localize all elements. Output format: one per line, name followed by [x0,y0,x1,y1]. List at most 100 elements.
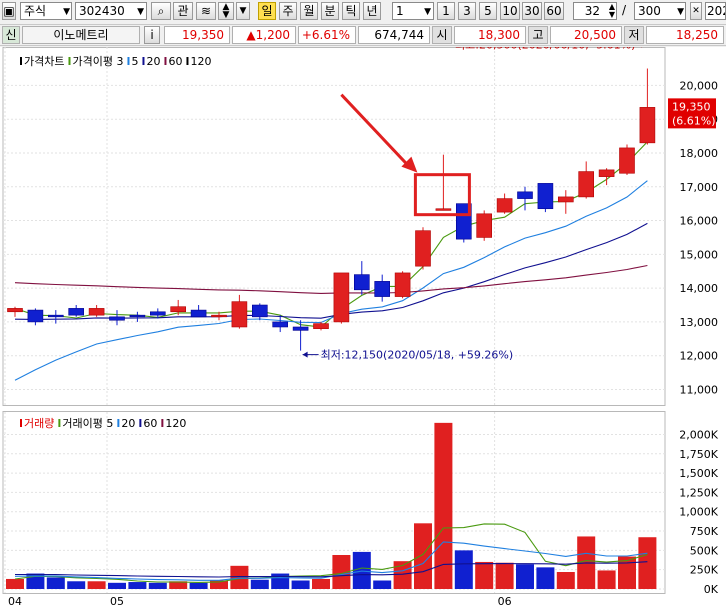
volume-bar [597,570,616,589]
stack-icon[interactable]: ≋ [196,2,216,20]
volume-bar [108,582,126,589]
candle-body [129,314,146,318]
candle-body [88,308,105,316]
volume-tick-label: 0K [704,583,719,596]
candle-body [292,326,309,331]
volume-bar [189,582,208,589]
market-select[interactable]: 주식 ▼ [20,2,72,20]
candle-body [68,308,84,316]
volume-bar [516,564,534,589]
stock-chart[interactable]: 20,00019,00018,00017,00016,00015,00014,0… [0,47,726,609]
gwan-button[interactable]: 관 [173,2,193,20]
updown-icon[interactable]: ▲ ▼ [218,2,234,20]
legend-label: 가격이평 3 [72,55,123,68]
volume-bar [638,537,657,589]
price-tick-label: 13,000 [680,316,719,329]
open-label: 시 [432,26,452,44]
interval-10[interactable]: 10 [500,2,520,20]
high-label: 고 [528,26,548,44]
interval-60[interactable]: 60 [544,2,564,20]
spinner-icon[interactable]: ▲ ▼ [609,3,615,19]
candle-body [598,169,615,177]
candle-body [578,171,595,198]
toolbar: ▣ 주식 ▼ 302430 ▼ ⌕ 관 ≋ ▲ ▼ ▼ 일 주 월 분 틱 년 1 ▼ … [0,0,726,25]
candle-body [435,208,452,211]
chevron-down-icon: ▼ [424,7,431,17]
volume-bar [46,577,65,589]
tab-tick[interactable]: 틱 [342,2,360,20]
legend-marker [68,57,71,65]
tab-minute[interactable]: 분 [321,2,339,20]
legend-item: 거래이평 5 [58,417,113,430]
interval-1[interactable]: 1 [437,2,455,20]
candle [537,183,554,213]
legend-marker [58,419,61,427]
close-icon[interactable]: ✕ [690,2,702,20]
slash-separator: / [622,3,627,17]
price-tick-label: 11,000 [680,383,719,396]
legend-label: 가격차트 [24,55,64,68]
stock-code-value: 302430 [79,4,125,18]
dropdown-icon[interactable]: ▼ [236,2,250,20]
volume-bar [556,572,575,589]
tab-year[interactable]: 년 [363,2,381,20]
price-tick-label: 12,000 [680,350,719,363]
candle-body [639,107,656,144]
candle-body [231,301,248,328]
candle-body [619,147,635,174]
candle-body [353,274,370,291]
search-icon[interactable]: ⌕ [151,2,171,20]
interval-select[interactable]: 1 ▼ [392,2,434,20]
legend-marker [142,57,145,65]
high-annotation: 최고:20,500(2020/06/10, -5.61%) [455,47,643,52]
price-tick-label: 18,000 [680,147,719,160]
legend-label: 20 [121,417,135,430]
high-annotation-text: 최고:20,500(2020/06/10, -5.61%) [455,47,635,52]
candle-body [47,314,64,318]
interval-30[interactable]: 30 [522,2,542,20]
legend-marker [117,419,120,427]
low-label: 저 [624,26,644,44]
volume-tick-label: 2,000K [679,428,718,441]
candle [619,144,635,175]
volume-bar [250,579,269,589]
tab-day[interactable]: 일 [258,2,276,20]
volume-tick-label: 1,250K [679,486,718,499]
volume-bar [373,580,392,589]
new-badge: 신 [2,26,20,44]
date-input[interactable]: 2020 [705,2,726,20]
candle-body [272,321,289,328]
interval-5[interactable]: 5 [479,2,497,20]
candle-body [537,183,554,210]
legend-label: 거래이평 5 [62,417,113,430]
count-value: 32 [584,4,600,18]
total-input[interactable]: 300 ▼ [634,2,686,20]
volume-bar [230,565,249,589]
count-input[interactable]: 32 ▲ ▼ [573,2,617,20]
legend-marker [164,57,167,65]
price-tick-label: 16,000 [680,215,719,228]
candle-body [211,314,227,318]
volume-value: 674,744 [358,26,430,44]
candle [476,210,493,241]
current-price-label: 19,350 [672,100,711,113]
interval-3[interactable]: 3 [458,2,476,20]
candle-body [333,272,350,323]
tab-week[interactable]: 주 [279,2,297,20]
info-icon[interactable]: i [144,26,160,44]
info-bar: 신 이노메트리 i 19,350 ▲1,200 +6.61% 674,744 시… [0,25,726,46]
legend-marker [186,57,189,65]
menu-checkbox-icon[interactable]: ▣ [2,2,16,20]
open-value: 18,300 [454,26,526,44]
legend-marker [161,419,164,427]
volume-bar [536,567,555,589]
volume-tick-label: 1,500K [679,467,718,480]
candle-body [517,191,533,199]
low-value: 18,250 [646,26,724,44]
tab-month[interactable]: 월 [300,2,318,20]
candle-body [27,309,44,323]
legend-label: 거래량 [24,417,54,430]
volume-bar [87,581,106,589]
interval-value: 1 [396,4,404,18]
stock-code-input[interactable]: 302430 ▼ [75,2,147,20]
